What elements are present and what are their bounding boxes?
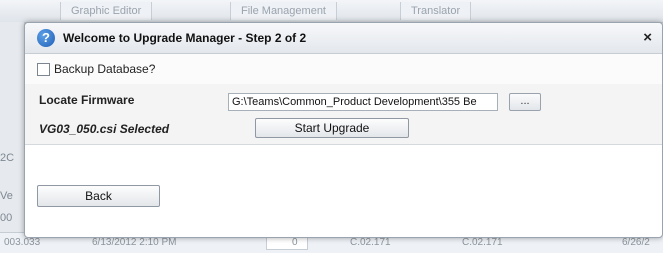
backup-database-checkbox[interactable] xyxy=(37,63,50,76)
background-row-date: 6/13/2012 2:10 PM xyxy=(92,237,177,248)
browse-button[interactable]: ... xyxy=(509,93,541,111)
dialog-titlebar[interactable]: ? Welcome to Upgrade Manager - Step 2 of… xyxy=(25,23,662,54)
background-row-version: C.02.171 xyxy=(350,237,391,248)
background-tab-graphic-editor[interactable]: Graphic Editor xyxy=(60,2,153,20)
background-left-text: Ve xyxy=(0,190,13,202)
close-button[interactable]: × xyxy=(643,29,652,46)
background-row-number-field[interactable] xyxy=(266,236,308,250)
firmware-section: Locate Firmware ... VG03_050.csi Selecte… xyxy=(25,84,662,145)
background-row-date: 6/26/2 xyxy=(622,237,650,248)
firmware-path-input[interactable] xyxy=(228,93,498,111)
background-tab-file-management[interactable]: File Management xyxy=(230,2,337,20)
start-upgrade-button[interactable]: Start Upgrade xyxy=(255,118,409,138)
background-left-text: 00 xyxy=(0,212,13,224)
background-left-panel: 2C Ve 00 xyxy=(0,22,25,252)
upgrade-manager-dialog: ? Welcome to Upgrade Manager - Step 2 of… xyxy=(24,22,663,238)
back-button[interactable]: Back xyxy=(37,185,160,207)
background-row-id: 003.033 xyxy=(4,237,41,248)
background-left-text: 2C xyxy=(0,152,15,164)
backup-database-label[interactable]: Backup Database? xyxy=(54,62,155,76)
background-tab-bar: Graphic Editor File Management Translato… xyxy=(0,0,663,23)
selected-firmware-label: VG03_050.csi Selected xyxy=(39,122,170,136)
backup-row: Backup Database? xyxy=(25,54,662,85)
dialog-title: Welcome to Upgrade Manager - Step 2 of 2 xyxy=(63,31,307,45)
locate-firmware-label: Locate Firmware xyxy=(39,93,135,107)
background-tab-translator[interactable]: Translator xyxy=(400,2,472,20)
background-row-version: C.02.171 xyxy=(462,237,503,248)
help-icon: ? xyxy=(37,29,55,47)
background-row-number: 0 xyxy=(292,237,298,248)
